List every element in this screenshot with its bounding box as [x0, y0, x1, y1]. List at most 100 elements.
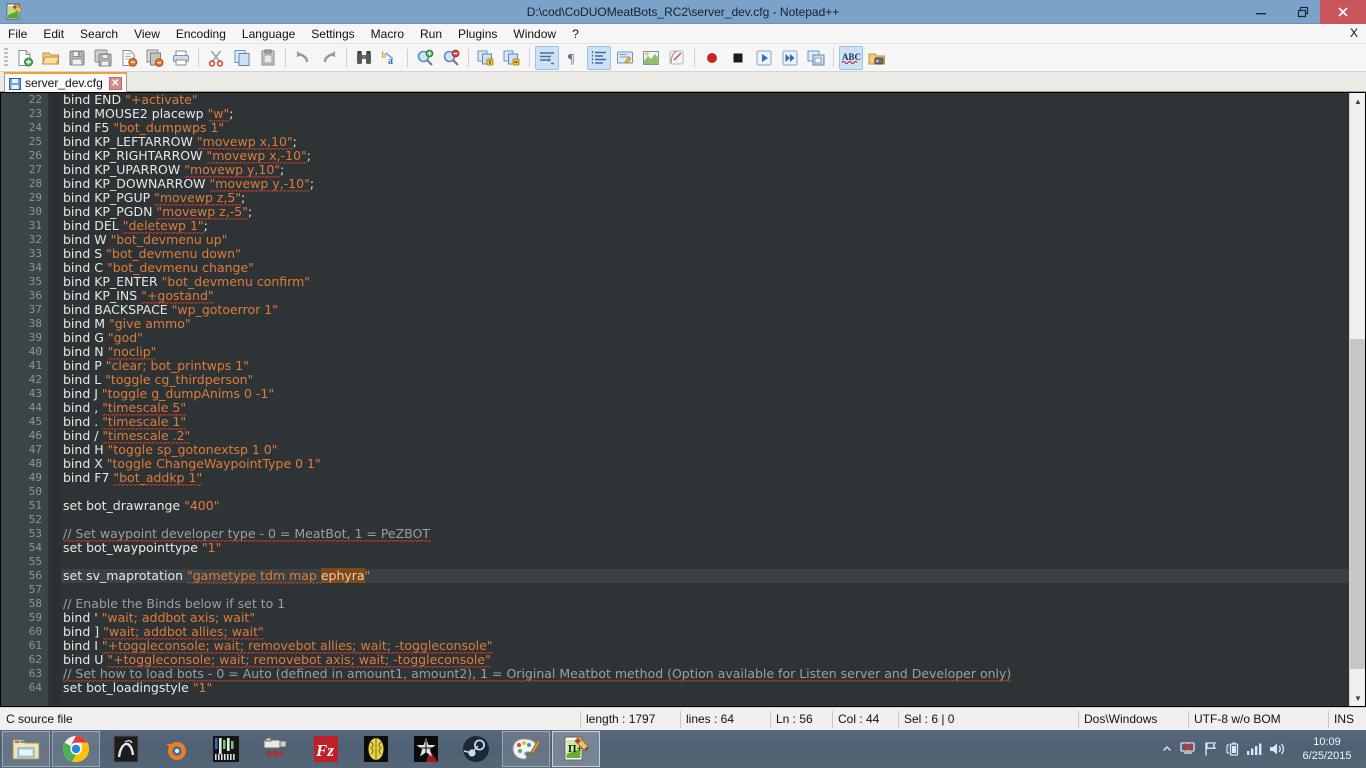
maximize-button[interactable] — [1282, 0, 1324, 24]
show-document-map-button[interactable] — [639, 46, 663, 70]
menu-item-file[interactable]: File — [0, 24, 35, 44]
scrollbar-thumb[interactable] — [1350, 339, 1365, 669]
code-line[interactable]: bind END "+activate" — [61, 93, 1349, 107]
cut-button[interactable] — [204, 46, 228, 70]
code-line[interactable]: bind / "timescale .2" — [61, 428, 1349, 444]
code-line[interactable]: set bot_loadingstyle "1" — [61, 681, 1349, 695]
code-line[interactable]: bind G "god" — [61, 331, 1349, 345]
zoom-out-button[interactable] — [439, 46, 463, 70]
taskbar-item-file-explorer[interactable] — [2, 731, 50, 767]
code-line[interactable]: bind ' "wait; addbot axis; wait" — [61, 611, 1349, 625]
code-line[interactable]: bind F5 "bot_dumpwps 1" — [61, 121, 1349, 135]
play-macro-button[interactable] — [752, 46, 776, 70]
close-all-documents-button[interactable] — [143, 46, 167, 70]
code-line[interactable] — [61, 583, 1349, 597]
stop-recording-button[interactable] — [726, 46, 750, 70]
taskbar-item-filezilla[interactable]: Fz — [302, 731, 350, 767]
code-line[interactable]: bind KP_LEFTARROW "movewp x,10"; — [61, 134, 1349, 150]
show-all-characters-button[interactable]: ¶ — [561, 46, 585, 70]
editor-area[interactable]: 22 23 24 25 26 27 28 29 30 31 32 33 34 35 36 37 38 39 40 41… — [0, 92, 1366, 707]
code-line[interactable]: bind , "timescale 5" — [61, 400, 1349, 416]
code-line[interactable]: bind KP_DOWNARROW "movewp y,-10"; — [61, 176, 1349, 192]
save-file-button[interactable] — [65, 46, 89, 70]
run-console-button[interactable] — [865, 46, 889, 70]
tab-server-dev-cfg[interactable]: server_dev.cfg ✕ — [4, 72, 127, 92]
new-file-button[interactable] — [13, 46, 37, 70]
code-line[interactable] — [61, 513, 1349, 527]
paste-button[interactable] — [256, 46, 280, 70]
code-line[interactable]: bind S "bot_devmenu down" — [61, 247, 1349, 261]
code-text-area[interactable]: bind END "+activate" bind MOUSE2 placewp … — [61, 93, 1349, 706]
print-button[interactable] — [169, 46, 193, 70]
tab-close-icon[interactable]: ✕ — [108, 76, 122, 90]
code-line[interactable]: bind U "+toggleconsole; wait; removebot … — [61, 652, 1349, 668]
show-function-list-button[interactable] — [665, 46, 689, 70]
code-line[interactable]: bind KP_UPARROW "movewp y,10"; — [61, 162, 1349, 178]
menu-item-window[interactable]: Window — [505, 24, 564, 44]
status-insert-mode[interactable]: INS — [1328, 708, 1366, 731]
menu-item-help[interactable]: ? — [564, 24, 587, 44]
code-line[interactable]: bind C "bot_devmenu change" — [61, 261, 1349, 275]
menu-item-run[interactable]: Run — [412, 24, 450, 44]
user-defined-dialog-button[interactable] — [613, 46, 637, 70]
status-encoding[interactable]: UTF-8 w/o BOM — [1188, 708, 1328, 731]
code-line[interactable]: bind W "bot_devmenu up" — [61, 233, 1349, 247]
undo-button[interactable] — [291, 46, 315, 70]
taskbar-item-notepad-plus-plus[interactable]: Π++ — [552, 731, 600, 767]
word-wrap-button[interactable] — [535, 45, 559, 70]
vertical-scrollbar[interactable]: ▲ ▼ — [1349, 93, 1365, 706]
taskbar-item-google-chrome[interactable] — [52, 731, 100, 767]
code-line[interactable]: bind N "noclip" — [61, 344, 1349, 360]
toolbar-grip[interactable] — [4, 47, 8, 68]
title-bar[interactable]: D:\cod\CoDUOMeatBots_RC2\server_dev.cfg … — [0, 0, 1366, 24]
close-file-button[interactable] — [117, 46, 141, 70]
volume-button[interactable] — [1266, 730, 1288, 768]
scroll-down-arrow-icon[interactable]: ▼ — [1350, 690, 1365, 706]
menu-item-settings[interactable]: Settings — [303, 24, 362, 44]
replace-button[interactable]: b a — [378, 46, 402, 70]
status-eol-format[interactable]: Dos\Windows — [1078, 708, 1188, 731]
code-line[interactable]: bind M "give ammo" — [61, 317, 1349, 331]
fold-margin[interactable] — [50, 93, 61, 706]
scroll-up-arrow-icon[interactable]: ▲ — [1350, 93, 1365, 109]
code-line[interactable]: bind KP_ENTER "bot_devmenu confirm" — [61, 275, 1349, 289]
close-button[interactable] — [1320, 0, 1366, 24]
zoom-in-button[interactable] — [413, 46, 437, 70]
code-line[interactable]: // Set waypoint developer type - 0 = Mea… — [61, 526, 1349, 542]
menu-item-language[interactable]: Language — [234, 24, 303, 44]
code-line[interactable]: bind F7 "bot_addkp 1" — [61, 470, 1349, 486]
action-center-button[interactable] — [1200, 730, 1222, 768]
code-line[interactable]: bind J "toggle g_dumpAnims 0 -1" — [61, 387, 1349, 401]
show-hidden-icons-button[interactable] — [1156, 730, 1178, 768]
code-line[interactable]: bind KP_PGUP "movewp z,5"; — [61, 190, 1349, 206]
sync-vertical-scroll-button[interactable] — [474, 46, 498, 70]
taskbar-item-steam[interactable] — [452, 731, 500, 767]
code-line[interactable]: bind KP_PGDN "movewp z,-5"; — [61, 204, 1349, 220]
close-document-button[interactable]: X — [1350, 26, 1358, 40]
run-macro-multiple-button[interactable] — [778, 46, 802, 70]
code-line[interactable]: bind KP_RIGHTARROW "movewp x,-10"; — [61, 148, 1349, 164]
save-all-button[interactable] — [91, 46, 115, 70]
minimize-button[interactable] — [1240, 0, 1282, 24]
code-line[interactable]: bind H "toggle sp_gotonextsp 1 0" — [61, 443, 1349, 457]
code-line[interactable]: bind L "toggle cg_thirdperson" — [61, 373, 1349, 387]
code-line[interactable]: set sv_maprotation "gametype tdm map eph… — [61, 568, 1349, 584]
taskbar-item-maya[interactable] — [102, 731, 150, 767]
network-status-icon[interactable] — [1178, 730, 1200, 768]
code-line[interactable]: bind . "timescale 1" — [61, 414, 1349, 430]
code-line[interactable]: set bot_drawrange "400" — [61, 499, 1349, 513]
taskbar-item-paint[interactable] — [502, 731, 550, 767]
code-line[interactable]: bind MOUSE2 placewp "w"; — [61, 106, 1349, 122]
taskbar-item-call-of-duty[interactable] — [402, 731, 450, 767]
save-macro-button[interactable] — [804, 46, 828, 70]
taskbar-clock[interactable]: 10:09 6/25/2015 — [1288, 730, 1366, 768]
copy-button[interactable] — [230, 46, 254, 70]
code-line[interactable]: // Enable the Binds below if set to 1 — [61, 597, 1349, 611]
open-file-button[interactable] — [39, 46, 63, 70]
code-line[interactable]: bind DEL "deletewp 1"; — [61, 218, 1349, 234]
menu-item-search[interactable]: Search — [72, 24, 126, 44]
taskbar-item-radiant-editor[interactable] — [252, 731, 300, 767]
taskbar-item-audio-editor[interactable] — [202, 731, 250, 767]
signal-strength-icon[interactable] — [1244, 730, 1266, 768]
menu-item-macro[interactable]: Macro — [363, 24, 412, 44]
